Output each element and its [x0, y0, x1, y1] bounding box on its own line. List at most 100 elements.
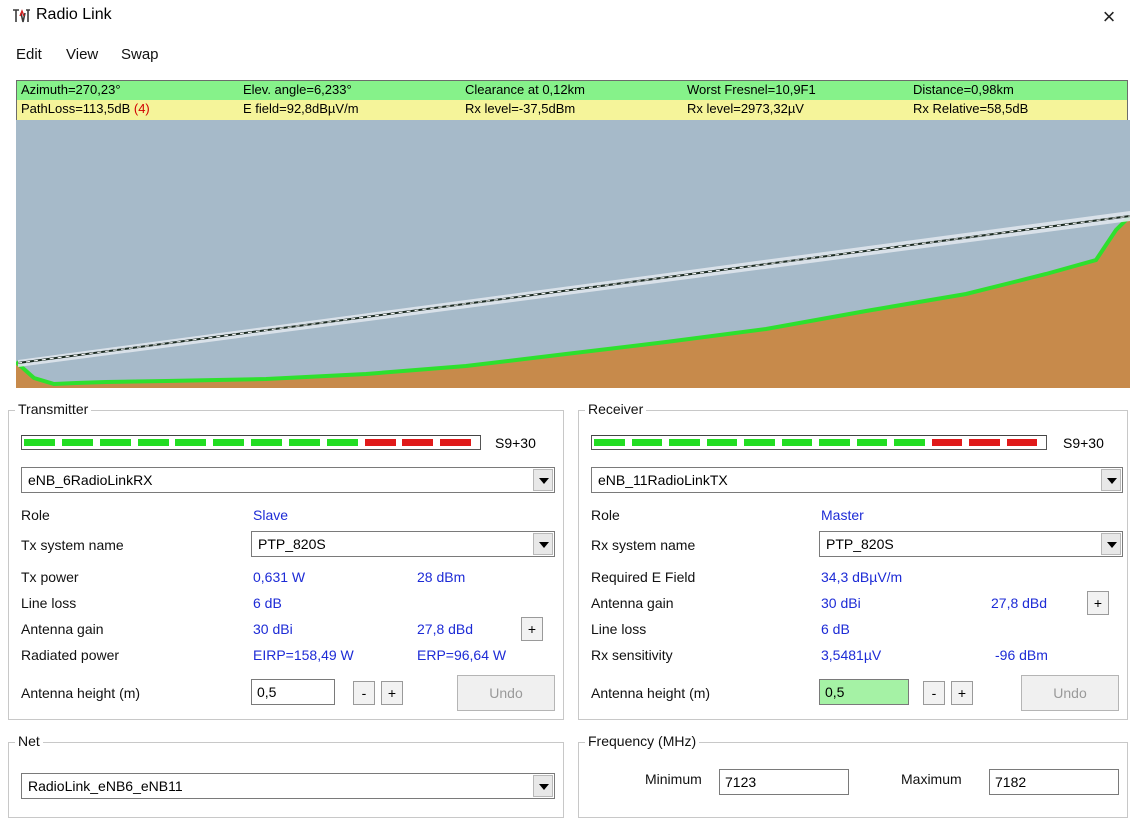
worst-fresnel-value: Worst Fresnel=10,9F1 — [687, 82, 816, 97]
tx-meter-bar — [24, 439, 478, 446]
meter-segment-red — [402, 439, 434, 446]
meter-segment-green — [137, 439, 169, 446]
terrain-profile-view[interactable] — [16, 120, 1130, 388]
menu-bar: Edit View Swap — [0, 44, 1130, 70]
rx-height-input[interactable] — [819, 679, 909, 705]
net-dropdown[interactable]: RadioLink_eNB6_eNB11 — [21, 773, 555, 799]
tx-system-label: Tx system name — [21, 537, 124, 553]
tx-site-dropdown[interactable]: eNB_6RadioLinkRX — [21, 467, 555, 493]
rx-height-plus-button[interactable]: + — [951, 681, 973, 705]
meter-segment-green — [631, 439, 663, 446]
tx-eirp-value: EIRP=158,49 W — [253, 647, 354, 663]
window-title: Radio Link — [36, 6, 112, 23]
meter-segment-green — [706, 439, 738, 446]
rx-role-label: Role — [591, 507, 620, 523]
frequency-max-input[interactable] — [989, 769, 1119, 795]
meter-segment-green — [744, 439, 775, 446]
tx-power-label: Tx power — [21, 569, 79, 585]
link-info-bar: Azimuth=270,23° Elev. angle=6,233° Clear… — [16, 80, 1128, 120]
pathloss-value: PathLoss=113,5dB — [21, 101, 134, 116]
meter-segment-green — [99, 439, 131, 446]
rx-antenna-gain-dbd: 27,8 dBd — [991, 595, 1048, 611]
chevron-down-icon[interactable] — [1101, 469, 1121, 491]
tx-power-dbm: 28 dBm — [417, 569, 466, 585]
net-group: Net RadioLink_eNB6_eNB11 — [8, 733, 564, 818]
elevation-angle-value: Elev. angle=6,233° — [243, 82, 352, 97]
tx-line-loss-value: 6 dB — [253, 595, 282, 611]
chevron-down-icon[interactable] — [533, 533, 553, 555]
rx-line-loss-value: 6 dB — [821, 621, 850, 637]
meter-segment-green — [175, 439, 207, 446]
info-row-1: Azimuth=270,23° Elev. angle=6,233° Clear… — [17, 81, 1127, 100]
menu-edit[interactable]: Edit — [16, 46, 42, 63]
tx-undo-button[interactable]: Undo — [457, 675, 555, 711]
net-title: Net — [15, 733, 43, 749]
meter-segment-green — [894, 439, 925, 446]
clearance-value: Clearance at 0,12km — [465, 82, 585, 97]
receiver-title: Receiver — [585, 401, 647, 417]
tx-height-input[interactable] — [251, 679, 335, 705]
meter-segment-green — [288, 439, 320, 446]
rx-role-value: Master — [821, 507, 864, 523]
tx-meter-label: S9+30 — [495, 435, 536, 451]
frequency-title: Frequency (MHz) — [585, 733, 700, 749]
tx-signal-meter — [21, 435, 481, 450]
rx-sensitivity-uv: 3,5481µV — [821, 647, 882, 663]
tx-antenna-gain-dbd: 27,8 dBd — [417, 621, 474, 637]
rx-meter-label: S9+30 — [1063, 435, 1104, 451]
tx-antenna-gain-dbi: 30 dBi — [253, 621, 293, 637]
chevron-down-icon[interactable] — [533, 469, 553, 491]
tx-power-w: 0,631 W — [253, 569, 306, 585]
rx-antenna-gain-label: Antenna gain — [591, 595, 674, 611]
chevron-down-icon[interactable] — [533, 775, 553, 797]
rx-line-loss-label: Line loss — [591, 621, 647, 637]
tx-radiated-label: Radiated power — [21, 647, 120, 663]
info-row-2: PathLoss=113,5dB (4) E field=92,8dBµV/m … — [17, 100, 1127, 120]
rx-level-dbm-value: Rx level=-37,5dBm — [465, 101, 576, 116]
meter-segment-green — [251, 439, 283, 446]
meter-segment-green — [594, 439, 625, 446]
chevron-down-icon[interactable] — [1101, 533, 1121, 555]
rx-height-label: Antenna height (m) — [591, 685, 711, 701]
menu-view[interactable]: View — [66, 46, 98, 63]
tx-antenna-gain-label: Antenna gain — [21, 621, 104, 637]
menu-swap[interactable]: Swap — [121, 46, 159, 63]
tx-role-value: Slave — [253, 507, 289, 523]
meter-segment-green — [213, 439, 245, 446]
tx-height-minus-button[interactable]: - — [353, 681, 375, 705]
rx-system-value: PTP_820S — [826, 536, 894, 552]
rx-sensitivity-label: Rx sensitivity — [591, 647, 673, 663]
rx-site-dropdown[interactable]: eNB_11RadioLinkTX — [591, 467, 1123, 493]
rx-meter-bar — [594, 439, 1044, 446]
rx-antenna-gain-plus-button[interactable]: + — [1087, 591, 1109, 615]
meter-segment-red — [364, 439, 396, 446]
frequency-min-label: Minimum — [645, 771, 702, 787]
meter-segment-green — [669, 439, 700, 446]
rx-signal-meter — [591, 435, 1047, 450]
meter-segment-green — [781, 439, 813, 446]
tx-site-value: eNB_6RadioLinkRX — [28, 472, 153, 488]
rx-site-value: eNB_11RadioLinkTX — [598, 472, 728, 488]
tx-role-label: Role — [21, 507, 50, 523]
meter-segment-red — [440, 439, 472, 446]
receiver-group: Receiver S9+30 eNB_11RadioLinkTX Role Ma… — [578, 401, 1128, 720]
tx-erp-value: ERP=96,64 W — [417, 647, 507, 663]
meter-segment-green — [61, 439, 93, 446]
close-button[interactable]: × — [1094, 2, 1124, 32]
rx-system-dropdown[interactable]: PTP_820S — [819, 531, 1123, 557]
rx-height-minus-button[interactable]: - — [923, 681, 945, 705]
frequency-group: Frequency (MHz) Minimum Maximum — [578, 733, 1128, 818]
rx-undo-button[interactable]: Undo — [1021, 675, 1119, 711]
tx-system-value: PTP_820S — [258, 536, 326, 552]
title-bar: Radio Link × — [0, 0, 1130, 36]
meter-segment-green — [326, 439, 358, 446]
tx-system-dropdown[interactable]: PTP_820S — [251, 531, 555, 557]
tx-antenna-gain-plus-button[interactable]: + — [521, 617, 543, 641]
transmitter-title: Transmitter — [15, 401, 92, 417]
tx-height-plus-button[interactable]: + — [381, 681, 403, 705]
frequency-min-input[interactable] — [719, 769, 849, 795]
meter-segment-green — [24, 439, 56, 446]
radio-link-icon — [12, 8, 30, 24]
meter-segment-red — [931, 439, 963, 446]
tx-line-loss-label: Line loss — [21, 595, 77, 611]
